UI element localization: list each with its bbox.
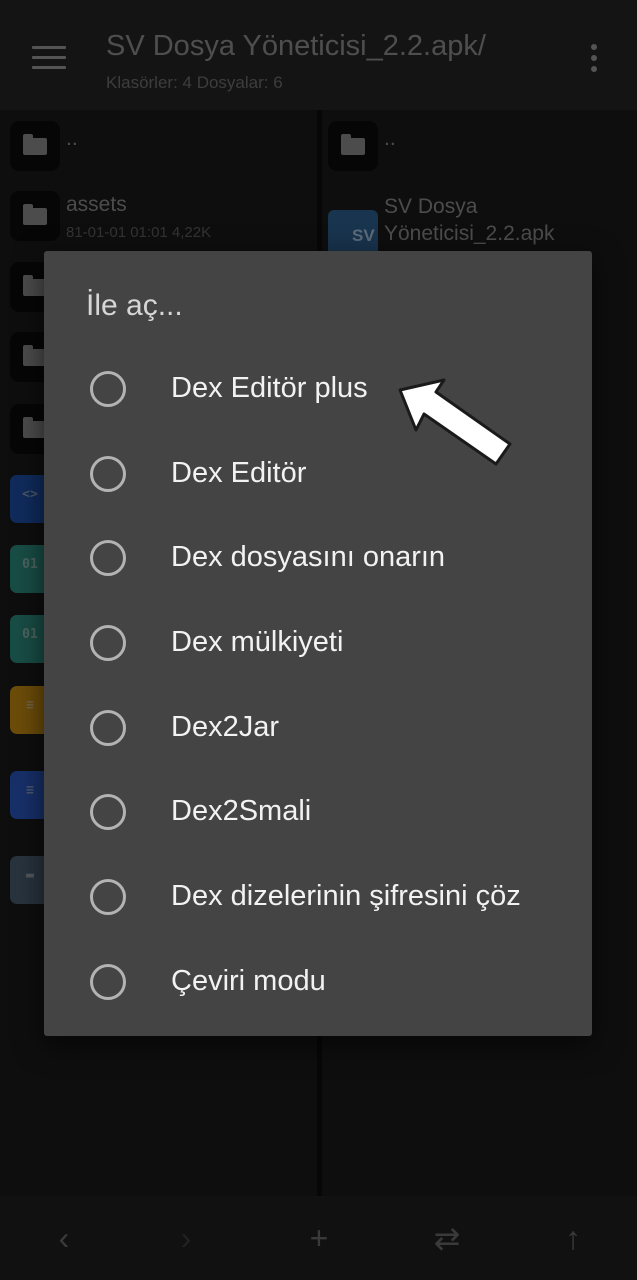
radio-button[interactable] — [90, 625, 126, 661]
pointer-arrow-icon — [398, 378, 512, 466]
option-label: Dex mülkiyeti — [171, 626, 344, 658]
radio-button[interactable] — [90, 371, 126, 407]
option-label: Dex2Smali — [171, 795, 312, 827]
open-with-dialog: İle aç... Dex Editör plus Dex Editör Dex… — [44, 251, 592, 1036]
radio-button[interactable] — [90, 710, 126, 746]
radio-button[interactable] — [90, 456, 126, 492]
radio-button[interactable] — [90, 540, 126, 576]
option-label: Dex dosyasını onarın — [171, 541, 446, 573]
radio-button[interactable] — [90, 794, 126, 830]
option-label: Çeviri modu — [171, 965, 326, 997]
option-dex-properties[interactable]: Dex mülkiyeti — [44, 600, 592, 684]
radio-button[interactable] — [90, 964, 126, 1000]
dialog-title: İle aç... — [86, 289, 183, 322]
option-dex2smali[interactable]: Dex2Smali — [44, 769, 592, 853]
option-translation-mode[interactable]: Çeviri modu — [44, 939, 592, 1023]
option-label: Dex dizelerinin şifresini çöz — [171, 880, 521, 912]
option-dex2jar[interactable]: Dex2Jar — [44, 685, 592, 769]
option-label: Dex2Jar — [171, 711, 279, 743]
option-dex-repair[interactable]: Dex dosyasını onarın — [44, 515, 592, 599]
option-decrypt-strings[interactable]: Dex dizelerinin şifresini çöz — [44, 854, 592, 938]
radio-button[interactable] — [90, 879, 126, 915]
